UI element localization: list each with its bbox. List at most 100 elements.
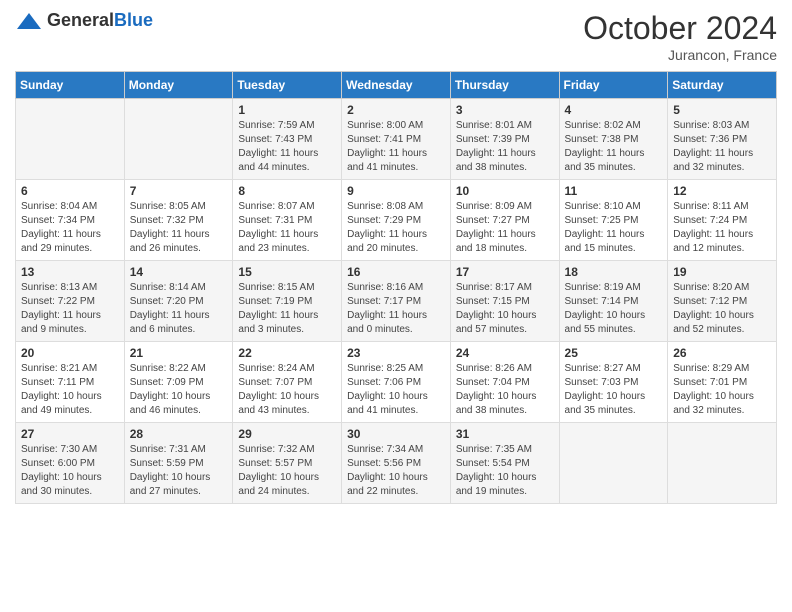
cell-info: Sunrise: 8:13 AM Sunset: 7:22 PM Dayligh… — [21, 281, 119, 337]
calendar-cell: 13 Sunrise: 8:13 AM Sunset: 7:22 PM Dayli… — [16, 261, 125, 342]
cell-info: Sunrise: 8:05 AM Sunset: 7:32 PM Dayligh… — [130, 200, 228, 256]
day-number: 8 — [238, 184, 336, 198]
day-number: 9 — [347, 184, 445, 198]
day-number: 10 — [456, 184, 554, 198]
day-header-monday: Monday — [124, 72, 233, 99]
day-number: 18 — [565, 265, 663, 279]
cell-info: Sunrise: 7:35 AM Sunset: 5:54 PM Dayligh… — [456, 443, 554, 499]
calendar-cell: 23 Sunrise: 8:25 AM Sunset: 7:06 PM Dayli… — [342, 342, 451, 423]
calendar-week-row: 13 Sunrise: 8:13 AM Sunset: 7:22 PM Dayli… — [16, 261, 777, 342]
calendar-cell: 31 Sunrise: 7:35 AM Sunset: 5:54 PM Dayli… — [450, 423, 559, 504]
calendar-cell: 18Sunrise: 8:19 AM Sunset: 7:14 PM Dayli… — [559, 261, 668, 342]
day-header-friday: Friday — [559, 72, 668, 99]
calendar-cell: 1Sunrise: 7:59 AM Sunset: 7:43 PM Daylig… — [233, 99, 342, 180]
calendar-cell: 24 Sunrise: 8:26 AM Sunset: 7:04 PM Dayli… — [450, 342, 559, 423]
day-number: 13 — [21, 265, 119, 279]
day-number: 31 — [456, 427, 554, 441]
calendar-cell: 5 Sunrise: 8:03 AM Sunset: 7:36 PM Daylig… — [668, 99, 777, 180]
day-number: 17 — [456, 265, 554, 279]
cell-info: Sunrise: 8:08 AM Sunset: 7:29 PM Dayligh… — [347, 200, 445, 256]
calendar-cell: 25 Sunrise: 8:27 AM Sunset: 7:03 PM Dayli… — [559, 342, 668, 423]
calendar-cell: 28 Sunrise: 7:31 AM Sunset: 5:59 PM Dayli… — [124, 423, 233, 504]
day-number: 14 — [130, 265, 228, 279]
cell-info: Sunrise: 8:15 AM Sunset: 7:19 PM Dayligh… — [238, 281, 336, 337]
calendar-cell: 7 Sunrise: 8:05 AM Sunset: 7:32 PM Daylig… — [124, 180, 233, 261]
calendar-cell: 20 Sunrise: 8:21 AM Sunset: 7:11 PM Dayli… — [16, 342, 125, 423]
calendar-cell: 16 Sunrise: 8:16 AM Sunset: 7:17 PM Dayli… — [342, 261, 451, 342]
location-title: Jurancon, France — [583, 47, 777, 63]
calendar-cell: 26Sunrise: 8:29 AM Sunset: 7:01 PM Dayli… — [668, 342, 777, 423]
cell-info: Sunrise: 8:14 AM Sunset: 7:20 PM Dayligh… — [130, 281, 228, 337]
calendar-cell: 15Sunrise: 8:15 AM Sunset: 7:19 PM Dayli… — [233, 261, 342, 342]
calendar-cell: 11Sunrise: 8:10 AM Sunset: 7:25 PM Dayli… — [559, 180, 668, 261]
calendar-cell: 22Sunrise: 8:24 AM Sunset: 7:07 PM Dayli… — [233, 342, 342, 423]
calendar-cell: 17 Sunrise: 8:17 AM Sunset: 7:15 PM Dayli… — [450, 261, 559, 342]
calendar-cell: 30 Sunrise: 7:34 AM Sunset: 5:56 PM Dayli… — [342, 423, 451, 504]
day-number: 16 — [347, 265, 445, 279]
cell-info: Sunrise: 8:26 AM Sunset: 7:04 PM Dayligh… — [456, 362, 554, 418]
calendar-week-row: 6 Sunrise: 8:04 AM Sunset: 7:34 PM Daylig… — [16, 180, 777, 261]
day-number: 20 — [21, 346, 119, 360]
calendar-cell: 10 Sunrise: 8:09 AM Sunset: 7:27 PM Dayli… — [450, 180, 559, 261]
day-number: 28 — [130, 427, 228, 441]
day-number: 24 — [456, 346, 554, 360]
logo-text-general: General — [47, 10, 114, 30]
calendar-cell — [16, 99, 125, 180]
day-header-saturday: Saturday — [668, 72, 777, 99]
calendar-week-row: 27 Sunrise: 7:30 AM Sunset: 6:00 PM Dayli… — [16, 423, 777, 504]
cell-info: Sunrise: 8:10 AM Sunset: 7:25 PM Dayligh… — [565, 200, 663, 256]
cell-info: Sunrise: 8:17 AM Sunset: 7:15 PM Dayligh… — [456, 281, 554, 337]
day-number: 26 — [673, 346, 771, 360]
cell-info: Sunrise: 7:59 AM Sunset: 7:43 PM Dayligh… — [238, 119, 336, 175]
calendar-cell: 14 Sunrise: 8:14 AM Sunset: 7:20 PM Dayli… — [124, 261, 233, 342]
day-number: 21 — [130, 346, 228, 360]
day-number: 22 — [238, 346, 336, 360]
day-number: 30 — [347, 427, 445, 441]
calendar-cell: 21 Sunrise: 8:22 AM Sunset: 7:09 PM Dayli… — [124, 342, 233, 423]
cell-info: Sunrise: 8:27 AM Sunset: 7:03 PM Dayligh… — [565, 362, 663, 418]
day-header-sunday: Sunday — [16, 72, 125, 99]
day-number: 27 — [21, 427, 119, 441]
cell-info: Sunrise: 8:04 AM Sunset: 7:34 PM Dayligh… — [21, 200, 119, 256]
calendar-week-row: 1Sunrise: 7:59 AM Sunset: 7:43 PM Daylig… — [16, 99, 777, 180]
calendar-cell: 8 Sunrise: 8:07 AM Sunset: 7:31 PM Daylig… — [233, 180, 342, 261]
logo-text-blue: Blue — [114, 10, 153, 30]
day-number: 6 — [21, 184, 119, 198]
cell-info: Sunrise: 8:07 AM Sunset: 7:31 PM Dayligh… — [238, 200, 336, 256]
cell-info: Sunrise: 8:03 AM Sunset: 7:36 PM Dayligh… — [673, 119, 771, 175]
calendar-cell — [668, 423, 777, 504]
day-number: 3 — [456, 103, 554, 117]
page-header: GeneralBlue October 2024 Jurancon, Franc… — [15, 10, 777, 63]
day-number: 5 — [673, 103, 771, 117]
calendar-cell: 27 Sunrise: 7:30 AM Sunset: 6:00 PM Dayli… — [16, 423, 125, 504]
cell-info: Sunrise: 7:31 AM Sunset: 5:59 PM Dayligh… — [130, 443, 228, 499]
day-number: 7 — [130, 184, 228, 198]
logo: GeneralBlue — [15, 10, 153, 31]
cell-info: Sunrise: 8:00 AM Sunset: 7:41 PM Dayligh… — [347, 119, 445, 175]
calendar-table: SundayMondayTuesdayWednesdayThursdayFrid… — [15, 71, 777, 504]
cell-info: Sunrise: 7:30 AM Sunset: 6:00 PM Dayligh… — [21, 443, 119, 499]
day-number: 4 — [565, 103, 663, 117]
calendar-cell — [124, 99, 233, 180]
calendar-cell: 3Sunrise: 8:01 AM Sunset: 7:39 PM Daylig… — [450, 99, 559, 180]
calendar-body: 1Sunrise: 7:59 AM Sunset: 7:43 PM Daylig… — [16, 99, 777, 504]
calendar-cell: 6 Sunrise: 8:04 AM Sunset: 7:34 PM Daylig… — [16, 180, 125, 261]
calendar-cell: 12 Sunrise: 8:11 AM Sunset: 7:24 PM Dayli… — [668, 180, 777, 261]
cell-info: Sunrise: 8:16 AM Sunset: 7:17 PM Dayligh… — [347, 281, 445, 337]
day-number: 19 — [673, 265, 771, 279]
calendar-header-row: SundayMondayTuesdayWednesdayThursdayFrid… — [16, 72, 777, 99]
day-header-wednesday: Wednesday — [342, 72, 451, 99]
day-number: 23 — [347, 346, 445, 360]
calendar-week-row: 20 Sunrise: 8:21 AM Sunset: 7:11 PM Dayli… — [16, 342, 777, 423]
logo-icon — [15, 11, 43, 31]
cell-info: Sunrise: 8:25 AM Sunset: 7:06 PM Dayligh… — [347, 362, 445, 418]
calendar-cell: 9 Sunrise: 8:08 AM Sunset: 7:29 PM Daylig… — [342, 180, 451, 261]
cell-info: Sunrise: 8:21 AM Sunset: 7:11 PM Dayligh… — [21, 362, 119, 418]
cell-info: Sunrise: 7:34 AM Sunset: 5:56 PM Dayligh… — [347, 443, 445, 499]
cell-info: Sunrise: 8:09 AM Sunset: 7:27 PM Dayligh… — [456, 200, 554, 256]
day-number: 12 — [673, 184, 771, 198]
cell-info: Sunrise: 8:22 AM Sunset: 7:09 PM Dayligh… — [130, 362, 228, 418]
day-number: 25 — [565, 346, 663, 360]
day-header-tuesday: Tuesday — [233, 72, 342, 99]
cell-info: Sunrise: 8:11 AM Sunset: 7:24 PM Dayligh… — [673, 200, 771, 256]
